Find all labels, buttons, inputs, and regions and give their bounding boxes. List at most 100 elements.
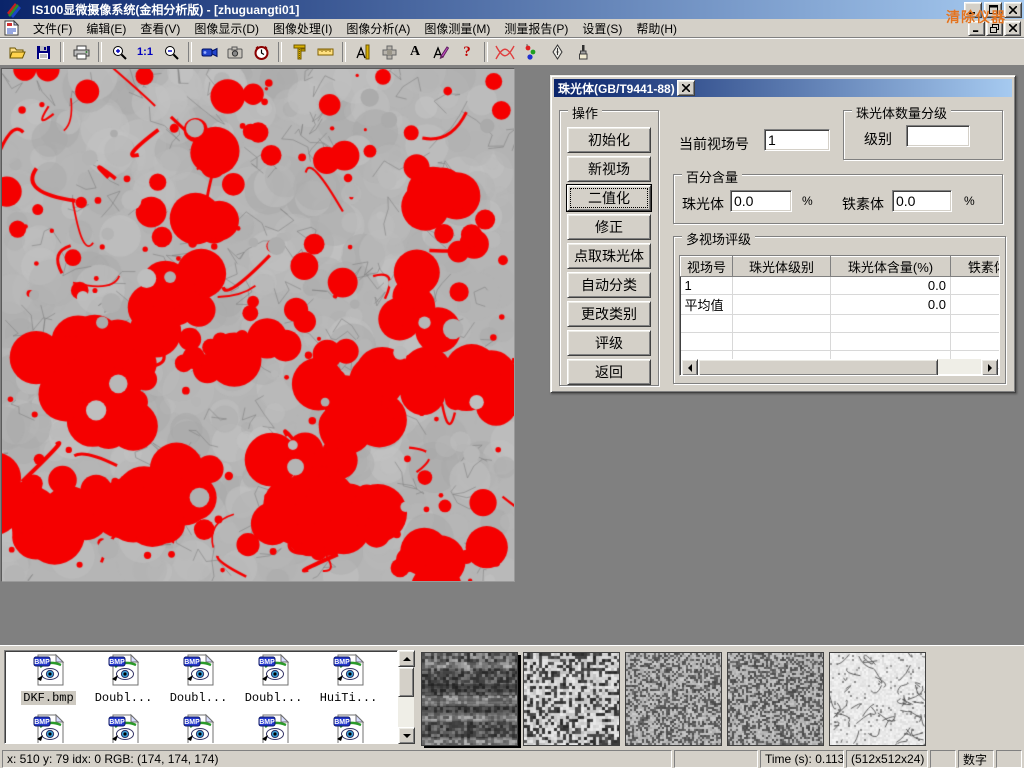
- change-class-button[interactable]: 更改类别: [567, 301, 651, 327]
- ruler-button[interactable]: [313, 41, 337, 64]
- document-icon[interactable]: [4, 20, 20, 36]
- scrollbar-track[interactable]: [398, 697, 414, 727]
- file-list-scrollbar[interactable]: [398, 650, 414, 744]
- pearlite-percent-input[interactable]: [730, 190, 792, 212]
- zoom-actual-button[interactable]: 1:1: [133, 41, 157, 64]
- current-field-input[interactable]: [764, 129, 830, 151]
- file-item[interactable]: BMP DKF.bmp: [11, 653, 86, 705]
- rate-button[interactable]: 评级: [567, 330, 651, 356]
- measure-text-button[interactable]: [351, 41, 375, 64]
- file-item[interactable]: BMP: [161, 713, 236, 744]
- cursor-info-panel: x: 510 y: 79 idx: 0 RGB: (174, 174, 174): [2, 750, 672, 768]
- toolbar-separator: [98, 42, 102, 62]
- svg-text:BMP: BMP: [109, 659, 125, 666]
- caliper-button[interactable]: [287, 41, 311, 64]
- print-button[interactable]: [69, 41, 93, 64]
- scrollbar-thumb[interactable]: [698, 359, 938, 376]
- menu-image-process[interactable]: 图像处理(I): [266, 18, 339, 39]
- application-window: IS100显微摄像系统(金相分析版) - [zhuguangti01] 清除仪器…: [0, 0, 1024, 768]
- menu-settings[interactable]: 设置(S): [575, 18, 629, 39]
- file-name[interactable]: HuiTi...: [318, 691, 380, 705]
- open-file-button[interactable]: [5, 41, 29, 64]
- file-item[interactable]: BMP Doubl...: [86, 653, 161, 705]
- file-name[interactable]: DKF.bmp: [21, 691, 75, 705]
- save-button[interactable]: [31, 41, 55, 64]
- correct-button[interactable]: 修正: [567, 214, 651, 240]
- preview-thumbnail[interactable]: [829, 652, 926, 746]
- file-item[interactable]: BMP: [236, 713, 311, 744]
- menu-view[interactable]: 查看(V): [133, 18, 187, 39]
- file-name[interactable]: Doubl...: [168, 691, 230, 705]
- scrollbar-track[interactable]: [938, 359, 981, 374]
- file-item[interactable]: BMP: [11, 713, 86, 744]
- menu-image-measure[interactable]: 图像测量(M): [417, 18, 497, 39]
- menu-image-analysis[interactable]: 图像分析(A): [339, 18, 417, 39]
- dialog-close-button[interactable]: [677, 80, 695, 96]
- auto-classify-button[interactable]: 自动分类: [567, 272, 651, 298]
- new-field-button[interactable]: 新视场: [567, 156, 651, 182]
- preview-thumbnail[interactable]: [421, 652, 518, 746]
- col-pearlite-content[interactable]: 珠光体含量(%): [831, 257, 951, 277]
- init-button[interactable]: 初始化: [567, 127, 651, 153]
- file-item[interactable]: BMP Doubl...: [161, 653, 236, 705]
- scrollbar-thumb[interactable]: [398, 667, 414, 697]
- file-name[interactable]: Doubl...: [243, 691, 305, 705]
- bmp-file-icon: BMP: [182, 713, 216, 744]
- menu-image-display[interactable]: 图像显示(D): [187, 18, 266, 39]
- timer-clock-button[interactable]: [249, 41, 273, 64]
- help-button[interactable]: ?: [455, 41, 479, 64]
- file-item[interactable]: BMP: [86, 713, 161, 744]
- dialog-title-bar[interactable]: 珠光体(GB/T9441-88): [554, 79, 1012, 97]
- menu-help[interactable]: 帮助(H): [629, 18, 684, 39]
- title-bar: IS100显微摄像系统(金相分析版) - [zhuguangti01]: [0, 0, 1024, 19]
- file-item[interactable]: BMP Doubl...: [236, 653, 311, 705]
- scroll-down-button[interactable]: [398, 727, 415, 744]
- preview-thumbnail[interactable]: [625, 652, 722, 746]
- scroll-left-button[interactable]: [681, 359, 698, 376]
- scroll-up-button[interactable]: [398, 650, 415, 667]
- ferrite-percent-input[interactable]: [892, 190, 952, 212]
- zoom-in-button[interactable]: [107, 41, 131, 64]
- window-title: IS100显微摄像系统(金相分析版) - [zhuguangti01]: [32, 1, 299, 18]
- text-tool-button[interactable]: A: [403, 41, 427, 64]
- table-row[interactable]: 1 0.0: [681, 277, 1001, 295]
- menu-file[interactable]: 文件(F): [26, 18, 79, 39]
- mdi-close-button[interactable]: [1004, 21, 1021, 36]
- file-name[interactable]: Doubl...: [93, 691, 155, 705]
- preview-thumbnail[interactable]: [727, 652, 824, 746]
- grid-tool-button[interactable]: [377, 41, 401, 64]
- col-pearlite-grade[interactable]: 珠光体级别: [733, 257, 831, 277]
- zoom-out-button[interactable]: [159, 41, 183, 64]
- menu-measure-report[interactable]: 测量报告(P): [497, 18, 575, 39]
- pick-pearlite-button[interactable]: 点取珠光体: [567, 243, 651, 269]
- empty-panel: [674, 750, 758, 768]
- classify-dots-button[interactable]: [519, 41, 543, 64]
- binarize-button[interactable]: 二值化: [567, 185, 651, 211]
- brush-tool-button[interactable]: [571, 41, 595, 64]
- capture-camera-button[interactable]: [223, 41, 247, 64]
- close-button[interactable]: [1004, 2, 1022, 18]
- pen-tool-button[interactable]: [545, 41, 569, 64]
- annotate-tool-button[interactable]: [429, 41, 453, 64]
- video-camera-button[interactable]: [197, 41, 221, 64]
- return-button[interactable]: 返回: [567, 359, 651, 385]
- multi-field-group: 多视场评级 视场号 珠光体级别 珠光体含量(%) 铁素体含量(%): [673, 236, 1006, 384]
- col-field-no[interactable]: 视场号: [681, 257, 733, 277]
- table-row-empty: [681, 315, 1001, 333]
- menu-edit[interactable]: 编辑(E): [79, 18, 133, 39]
- bmp-file-icon: BMP: [107, 713, 141, 744]
- scroll-right-button[interactable]: [981, 359, 998, 376]
- file-item[interactable]: BMP: [311, 713, 386, 744]
- micrograph-canvas[interactable]: [1, 68, 515, 582]
- toolbar-separator: [342, 42, 346, 62]
- curve-erase-button[interactable]: [493, 41, 517, 64]
- status-bar: x: 510 y: 79 idx: 0 RGB: (174, 174, 174)…: [0, 748, 1024, 768]
- file-item[interactable]: BMP HuiTi...: [311, 653, 386, 705]
- toolbar-separator: [60, 42, 64, 62]
- col-ferrite-content[interactable]: 铁素体含量(%): [951, 257, 1001, 277]
- table-horizontal-scrollbar[interactable]: [681, 359, 998, 374]
- menu-bar: 文件(F) 编辑(E) 查看(V) 图像显示(D) 图像处理(I) 图像分析(A…: [0, 19, 1024, 38]
- table-row[interactable]: 平均值 0.0: [681, 295, 1001, 315]
- grade-input[interactable]: [906, 125, 970, 147]
- preview-thumbnail[interactable]: [523, 652, 620, 746]
